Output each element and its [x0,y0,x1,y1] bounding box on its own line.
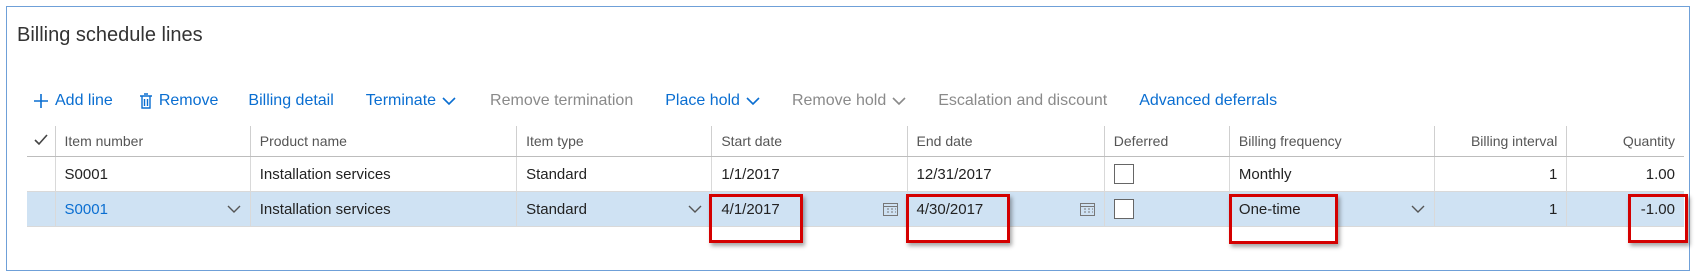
product-name-cell[interactable]: Installation services [249,156,517,192]
billing-detail-button[interactable]: Billing detail [248,92,333,110]
advanced-deferrals-button[interactable]: Advanced deferrals [1139,92,1277,110]
terminate-label: Terminate [365,92,437,109]
header-billing-interval[interactable]: Billing interval [1434,126,1567,157]
item-number-cell[interactable]: S0001 [54,191,251,227]
header-billing-frequency[interactable]: Billing frequency [1228,126,1435,157]
grid-header-row: Item number Product name Item type Start… [27,126,1684,157]
place-hold-button[interactable]: Place hold [665,92,760,110]
header-item-type[interactable]: Item type [516,126,712,157]
item-type-cell[interactable]: Standard [516,156,712,192]
advanced-deferrals-label: Advanced deferrals [1139,92,1278,109]
chevron-down-icon [746,96,760,105]
panel-title: Billing schedule lines [17,24,203,46]
checkmark-icon [34,134,48,146]
billing-lines-grid: Item number Product name Item type Start… [27,126,1684,227]
plus-icon [27,93,49,109]
deferred-checkbox[interactable] [1113,199,1134,219]
item-number-cell[interactable]: S0001 [54,156,251,192]
chevron-down-icon[interactable] [1411,205,1425,214]
chevron-down-icon[interactable] [227,205,241,214]
escalation-discount-label: Escalation and discount [938,92,1108,109]
row-selector[interactable] [27,191,56,227]
chevron-down-icon [892,96,906,105]
header-end-date[interactable]: End date [906,126,1105,157]
billing-detail-label: Billing detail [248,92,334,109]
billing-frequency-value: One-time [1238,200,1301,218]
remove-hold-button[interactable]: Remove hold [792,92,906,110]
header-quantity[interactable]: Quantity [1566,126,1684,157]
billing-frequency-cell[interactable]: Monthly [1228,156,1435,192]
table-row-selected[interactable]: S0001 Installation services Standard 4/1… [27,191,1684,227]
header-start-date[interactable]: Start date [711,126,908,157]
product-name-cell[interactable]: Installation services [249,191,517,227]
item-type-value: Standard [526,200,587,218]
calendar-icon[interactable] [1079,202,1095,216]
quantity-cell[interactable]: -1.00 [1566,191,1684,227]
start-date-cell[interactable]: 4/1/2017 [711,191,908,227]
end-date-cell[interactable]: 4/30/2017 [906,191,1105,227]
place-hold-label: Place hold [665,92,740,109]
billing-interval-cell[interactable]: 1 [1434,156,1567,192]
table-row[interactable]: S0001 Installation services Standard 1/1… [27,156,1684,192]
remove-termination-label: Remove termination [490,92,634,109]
remove-button[interactable]: Remove [133,92,219,110]
terminate-button[interactable]: Terminate [366,92,456,110]
header-deferred[interactable]: Deferred [1103,126,1230,157]
row-selector[interactable] [27,156,56,192]
add-line-label: Add line [55,92,113,109]
deferred-cell [1103,156,1230,192]
select-all-checkmark[interactable] [27,126,56,157]
start-date-cell[interactable]: 1/1/2017 [711,156,908,192]
chevron-down-icon[interactable] [688,205,702,214]
end-date-cell[interactable]: 12/31/2017 [906,156,1105,192]
start-date-value[interactable]: 4/1/2017 [721,201,779,218]
remove-termination-button[interactable]: Remove termination [490,92,633,110]
item-type-cell[interactable]: Standard [516,191,712,227]
header-item-number[interactable]: Item number [54,126,251,157]
remove-label: Remove [158,92,219,109]
escalation-discount-button[interactable]: Escalation and discount [938,92,1107,110]
item-number-link[interactable]: S0001 [65,201,108,218]
add-line-button[interactable]: Add line [27,92,113,110]
calendar-icon[interactable] [882,202,898,216]
action-toolbar: Add line Remove Billing detail Terminate… [27,88,1309,114]
end-date-value[interactable]: 4/30/2017 [917,201,984,218]
remove-hold-label: Remove hold [791,92,887,109]
deferred-cell [1103,191,1230,227]
deferred-checkbox[interactable] [1113,164,1134,184]
chevron-down-icon [442,96,456,105]
quantity-cell[interactable]: 1.00 [1566,156,1684,192]
header-product-name[interactable]: Product name [249,126,517,157]
trash-icon [133,92,153,110]
billing-interval-cell[interactable]: 1 [1434,191,1567,227]
billing-frequency-cell[interactable]: One-time [1228,191,1435,227]
